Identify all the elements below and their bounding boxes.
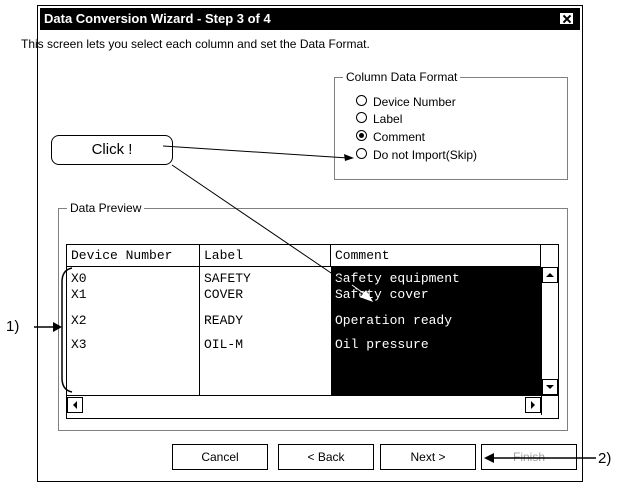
- callout-line-column-white: [351, 284, 371, 299]
- annotation-overlay: [34, 145, 596, 463]
- marker-1-label: 1): [6, 318, 20, 335]
- callout-line-radio: [162, 145, 349, 159]
- callout-arrowhead-radio: [344, 154, 354, 161]
- marker-2-arrowhead: [484, 453, 494, 463]
- bracket-1: [61, 267, 73, 393]
- marker-2-label: 2): [598, 450, 612, 467]
- callout-line-column: [171, 164, 366, 297]
- marker-1-arrowhead: [53, 322, 62, 332]
